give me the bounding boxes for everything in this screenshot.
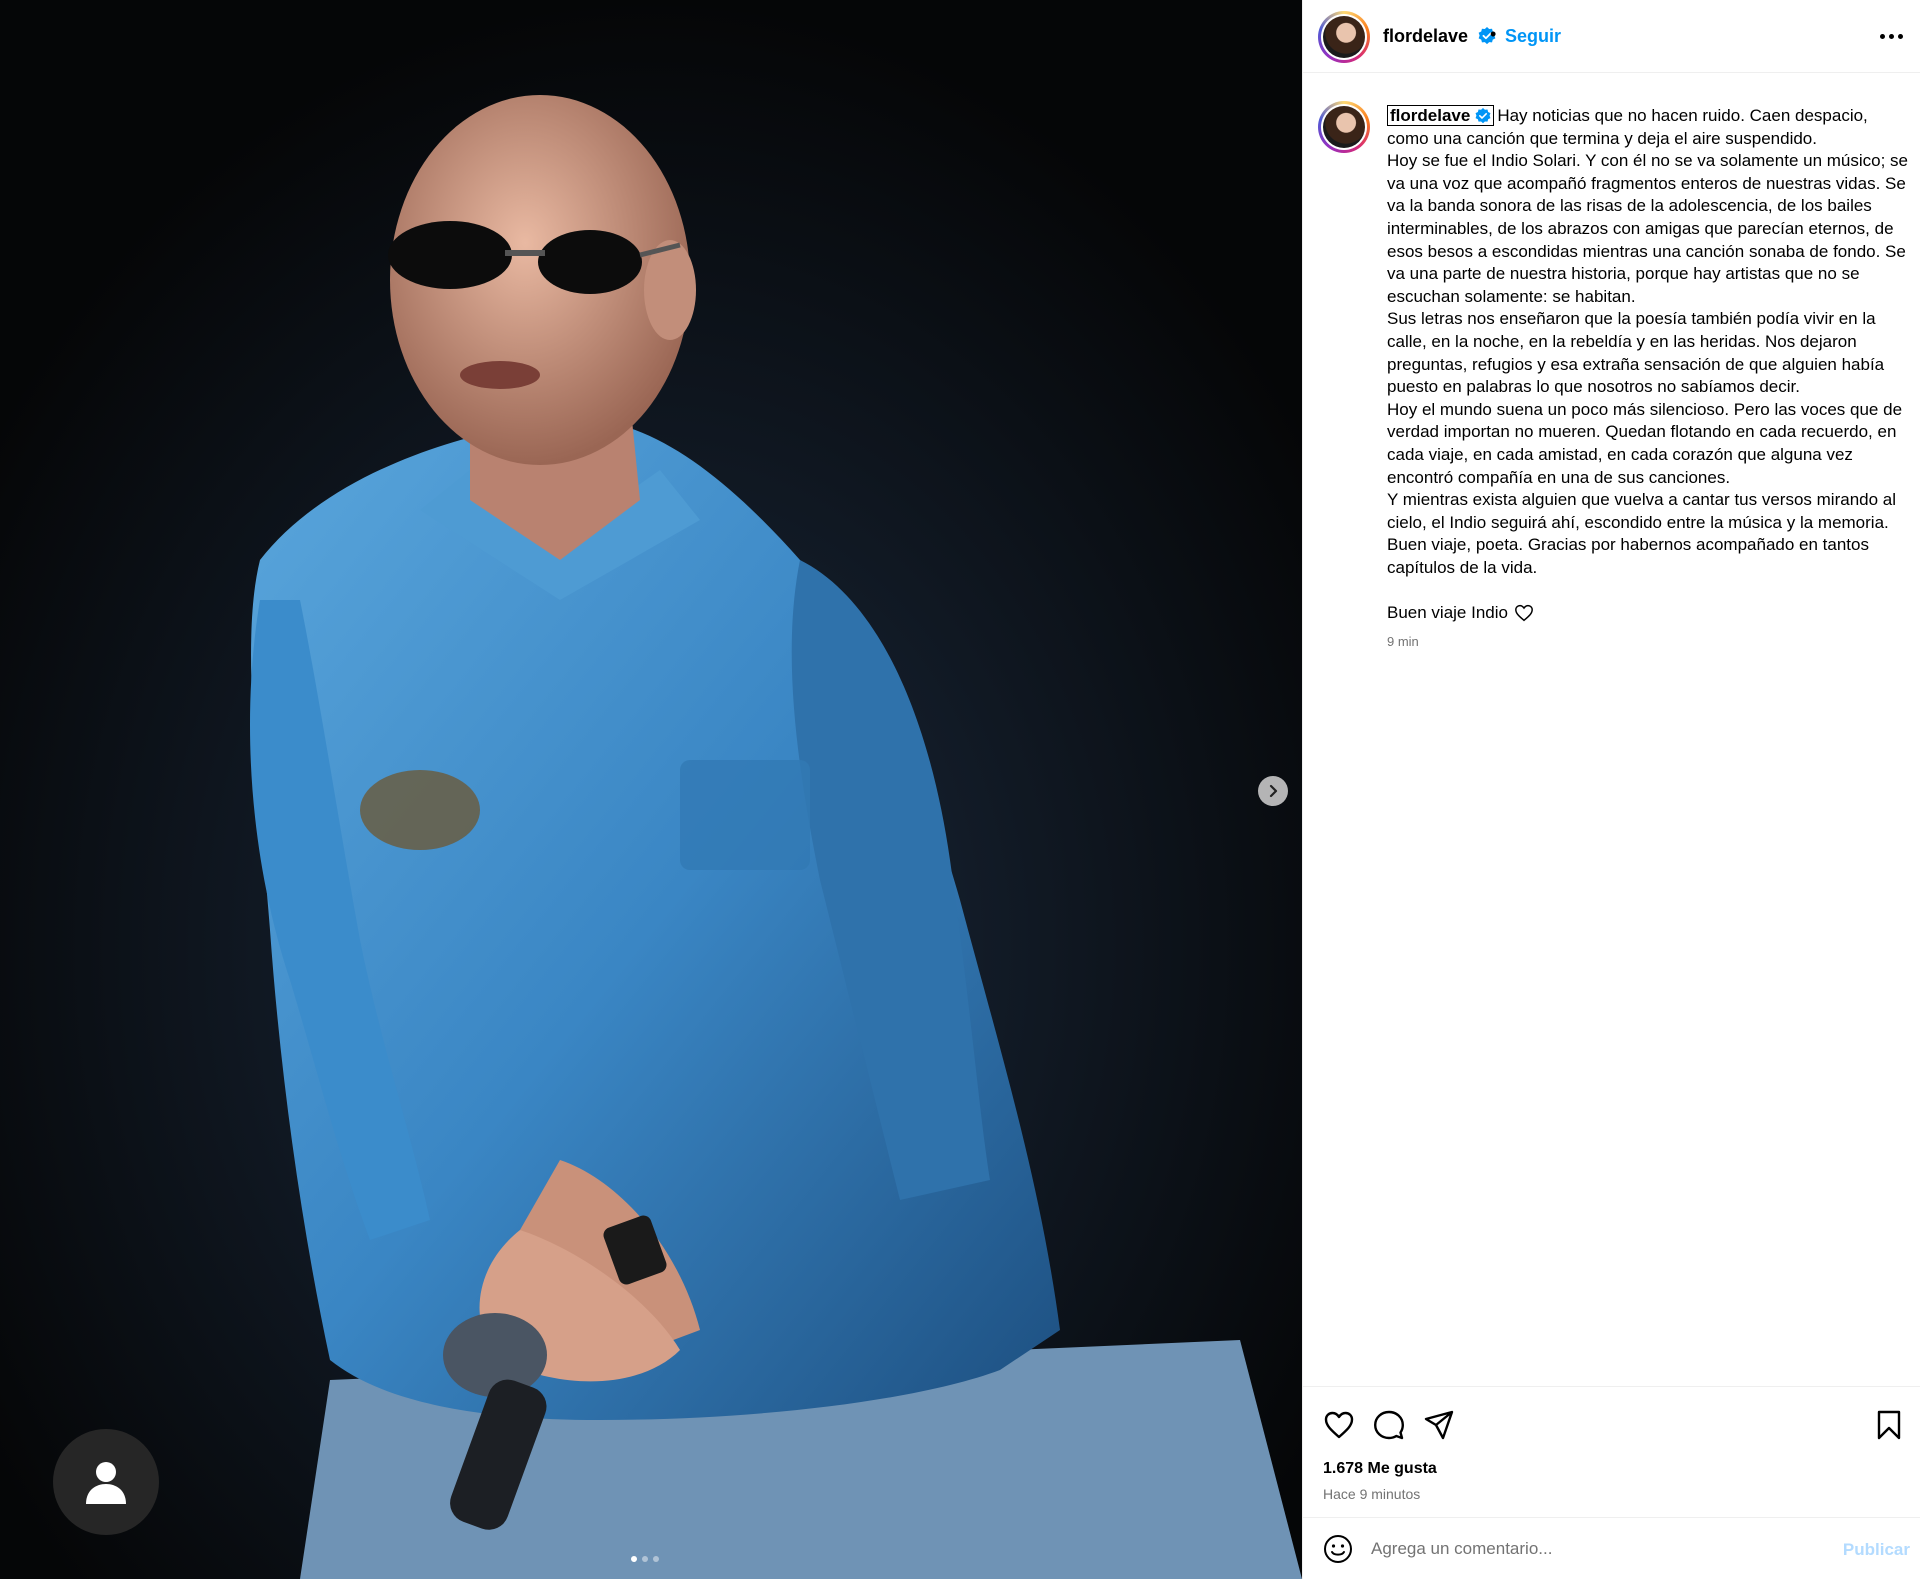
- carousel-dot: [642, 1556, 648, 1562]
- caption-text: flordelave Hay noticias que no hacen ruid…: [1387, 105, 1909, 579]
- post-photo: [0, 0, 1302, 1579]
- caption-line: Sus letras nos enseñaron que la poesía t…: [1387, 309, 1885, 397]
- caption-author-avatar[interactable]: [1318, 101, 1370, 153]
- sign-off-text: Buen viaje Indio: [1387, 603, 1508, 622]
- caption-line: Y mientras exista alguien que vuelva a c…: [1387, 490, 1897, 532]
- caption-sign-off: Buen viaje Indio: [1387, 603, 1534, 623]
- caption-line: Hoy se fue el Indio Solari. Y con él no …: [1387, 151, 1908, 306]
- share-button[interactable]: [1423, 1409, 1455, 1441]
- share-icon: [1424, 1410, 1454, 1440]
- save-button[interactable]: [1873, 1409, 1905, 1441]
- post-actions: 1.678 Me gusta Hace 9 minutos: [1303, 1386, 1920, 1516]
- caption-line: Hoy el mundo suena un poco más silencios…: [1387, 399, 1903, 487]
- carousel-next-button[interactable]: [1258, 776, 1288, 806]
- author-avatar[interactable]: [1318, 11, 1370, 63]
- user-tag-icon: [86, 1462, 126, 1504]
- emoji-icon[interactable]: [1323, 1534, 1353, 1564]
- heart-icon: [1324, 1411, 1354, 1439]
- like-button[interactable]: [1323, 1409, 1355, 1441]
- post-time: Hace 9 minutos: [1323, 1486, 1421, 1502]
- carousel-indicator: [631, 1556, 659, 1562]
- comment-composer: Publicar: [1303, 1517, 1920, 1579]
- more-icon: [1880, 34, 1885, 39]
- verified-icon: [1475, 108, 1491, 124]
- post-side-panel: flordelave • Seguir flordelave Hay notici…: [1302, 0, 1920, 1579]
- publish-button[interactable]: Publicar: [1843, 1540, 1910, 1560]
- post-media[interactable]: [0, 0, 1302, 1579]
- carousel-dot: [631, 1556, 637, 1562]
- tagged-users-button[interactable]: [53, 1429, 159, 1535]
- like-count[interactable]: 1.678 Me gusta: [1323, 1460, 1437, 1478]
- comment-button[interactable]: [1373, 1409, 1405, 1441]
- heart-icon: [1515, 604, 1533, 622]
- author-username[interactable]: flordelave: [1383, 26, 1468, 47]
- bookmark-icon: [1877, 1410, 1901, 1440]
- post-header: flordelave • Seguir: [1303, 0, 1920, 73]
- comment-input[interactable]: [1371, 1532, 1811, 1566]
- chevron-right-icon: [1269, 784, 1278, 798]
- header-separator: •: [1490, 24, 1497, 44]
- caption-timestamp: 9 min: [1387, 634, 1419, 649]
- caption-area: flordelave Hay noticias que no hacen ruid…: [1303, 73, 1920, 1386]
- more-options-button[interactable]: [1880, 24, 1903, 49]
- caption-line: Buen viaje, poeta. Gracias por habernos …: [1387, 535, 1869, 577]
- follow-button[interactable]: Seguir: [1505, 26, 1561, 47]
- comment-icon: [1374, 1410, 1404, 1440]
- carousel-dot: [653, 1556, 659, 1562]
- caption-username[interactable]: flordelave: [1387, 105, 1495, 126]
